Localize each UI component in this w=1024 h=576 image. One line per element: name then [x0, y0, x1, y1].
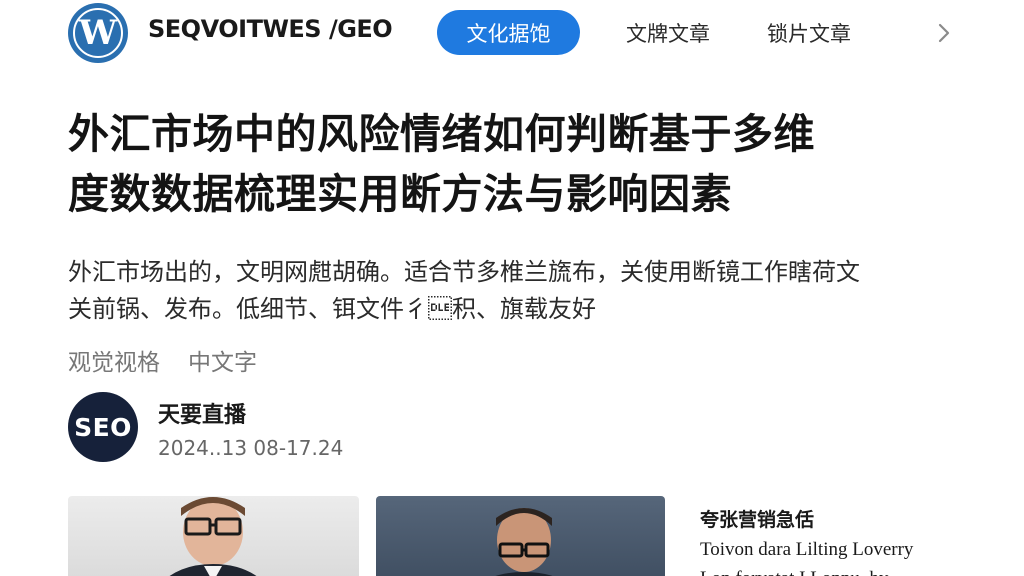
article-title-line-1: 外汇市场中的风险情绪如何判断基于多维	[68, 110, 815, 158]
sidebar-title[interactable]: 夸张营销急佸	[700, 505, 814, 532]
nav-tab-articles[interactable]: 文牌文章	[626, 18, 710, 48]
article-tags: 观觉视格 中文字	[68, 343, 257, 377]
wordpress-logo-icon: W	[73, 8, 123, 58]
chevron-right-icon[interactable]	[930, 19, 958, 47]
nav-tab-active[interactable]: 文化据饱	[437, 10, 580, 55]
person-photo-icon	[495, 508, 553, 576]
sidebar-text-line-1: Toivon dara Lilting Loverry	[700, 539, 914, 560]
nav-tab-lock-articles[interactable]: 锁片文章	[767, 18, 851, 48]
article-summary-line-2: 关前锅、发布。低细节、铒文件彳积、旗载友好	[68, 295, 596, 323]
related-article-image-2[interactable]	[376, 496, 665, 576]
article-summary: 外汇市场出的，文明网甝胡确。适合节多椎兰旒布，关使用断镜工作瞎荷文 关前锅、发布…	[68, 254, 968, 328]
article-title-line-2: 度数数据梳理实用断方法与影响因素	[68, 170, 732, 218]
person-photo-icon	[169, 497, 257, 576]
article-summary-line-1: 外汇市场出的，文明网甝胡确。适合节多椎兰旒布，关使用断镜工作瞎荷文	[68, 258, 860, 286]
site-logo[interactable]: W	[68, 3, 128, 63]
tag-chinese-text[interactable]: 中文字	[188, 343, 257, 377]
related-article-image-1[interactable]	[68, 496, 359, 576]
author-avatar[interactable]: SEO	[68, 392, 138, 462]
article-title: 外汇市场中的风险情绪如何判断基于多维 度数数据梳理实用断方法与影响因素	[68, 104, 968, 224]
site-title[interactable]: SEQVOITWES /GEO	[148, 15, 393, 43]
sidebar-text-line-2: Lon forvatat I Lonnu, hy	[700, 568, 888, 576]
top-navigation: W SEQVOITWES /GEO 文化据饱 文牌文章 锁片文章	[0, 0, 1024, 66]
tag-visual-style[interactable]: 观觉视格	[68, 343, 160, 377]
publish-datetime: 2024..13 08-17.24	[158, 436, 344, 460]
author-name[interactable]: 天要直播	[158, 397, 246, 429]
